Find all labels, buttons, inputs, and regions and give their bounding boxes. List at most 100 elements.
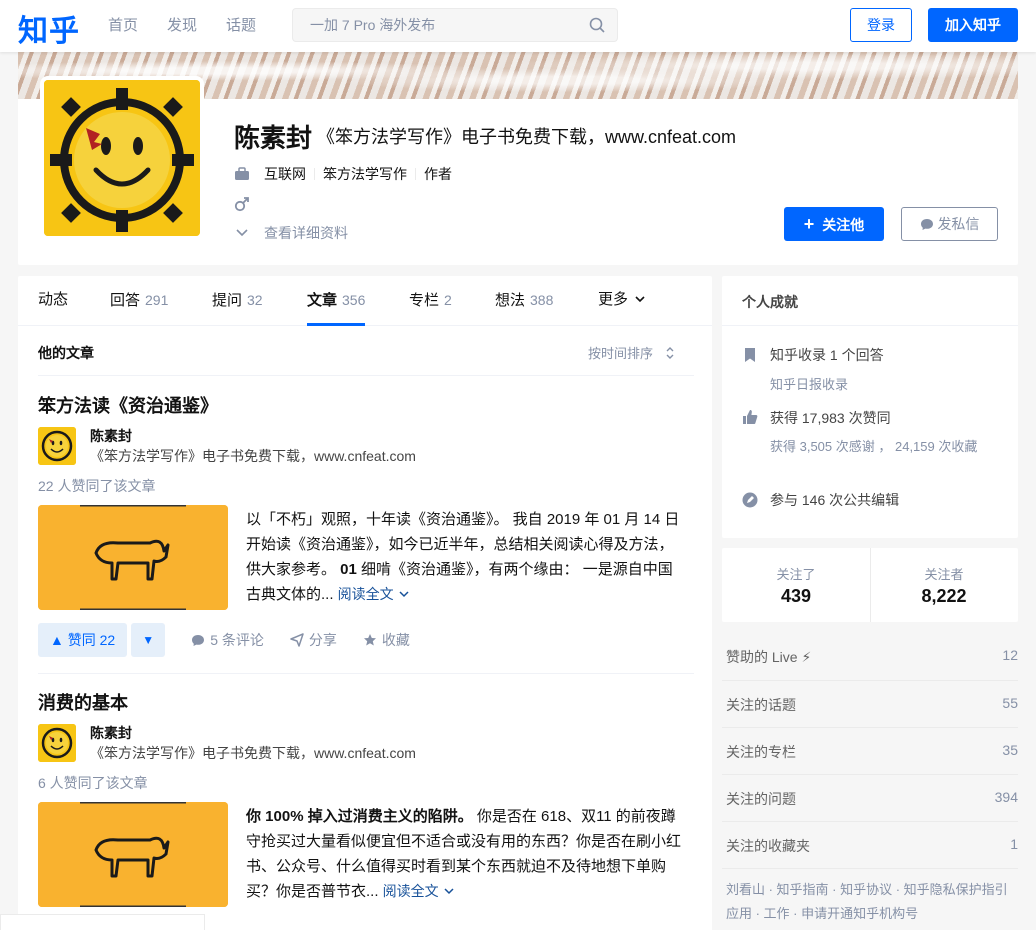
nav-topics[interactable]: 话题	[226, 0, 256, 52]
follow-stats-card: 关注了 439 关注者 8,222	[722, 548, 1018, 622]
profile-company: 笨方法学写作	[323, 166, 407, 182]
divider	[722, 868, 1018, 869]
sort-label: 按时间排序	[588, 346, 654, 361]
zhihu-logo[interactable]: 知乎	[18, 6, 80, 50]
article-thumbnail[interactable]	[38, 802, 228, 907]
side-item-sponsored-live[interactable]: 赞助的 Live ⚡ 12	[722, 633, 1018, 680]
achievement-collected-sub[interactable]: 知乎日报收录	[770, 375, 848, 395]
profile-position: 作者	[424, 166, 452, 182]
more-info-toggle[interactable]: 查看详细资料	[234, 223, 348, 243]
divider	[38, 375, 694, 376]
profile-avatar	[40, 76, 204, 240]
profile-business-row: 互联网 笨方法学写作 作者	[234, 164, 452, 184]
author-headline: 《笨方法学写作》电子书免费下载，www.cnfeat.com	[90, 448, 416, 464]
side-item-collections[interactable]: 关注的收藏夹 1	[722, 821, 1018, 868]
achievements-card: 个人成就 知乎收录 1 个回答 知乎日报收录 获得 17,983 次赞同 获得 …	[722, 276, 1018, 538]
collect-button[interactable]: 收藏	[363, 630, 410, 650]
search-icon[interactable]	[589, 17, 605, 33]
sort-arrows-icon	[666, 347, 674, 359]
smiley-avatar-image	[38, 427, 76, 465]
divider	[415, 168, 416, 180]
sort-toggle[interactable]: 按时间排序	[588, 343, 675, 362]
article-item: 笨方法读《资治通鉴》 陈素封 《笨方法学写作》电子书免费下载，www.cnfea…	[38, 392, 694, 662]
achievement-likes-sub: 获得 3,505 次感谢 ， 24,159 次收藏	[770, 439, 978, 454]
tab-answers[interactable]: 回答 291	[110, 276, 168, 326]
smiley-avatar-image	[44, 80, 200, 236]
thumbs-up-icon	[743, 410, 758, 424]
read-more-link[interactable]: 阅读全文	[338, 586, 410, 602]
article-excerpt[interactable]: 以「不朽」观照，十年读《资治通鉴》。 我自 2019 年 01 月 14 日开始…	[246, 507, 686, 607]
author-avatar[interactable]	[38, 427, 76, 465]
profile-side-list: 赞助的 Live ⚡ 12 关注的话题 55 关注的专栏 35 关注的问题 394 关注…	[722, 633, 1018, 868]
comment-icon	[192, 634, 205, 646]
follow-button-label: 关注他	[822, 217, 865, 233]
article-likes: 6 人赞同了该文章	[38, 775, 148, 791]
share-icon	[290, 633, 304, 647]
tab-more[interactable]: 更多	[598, 276, 646, 326]
article-title[interactable]: 笨方法读《资治通鉴》	[38, 392, 218, 418]
briefcase-icon	[235, 167, 249, 180]
profile-industry: 互联网	[264, 166, 306, 182]
divider	[314, 168, 315, 180]
more-info-label: 查看详细资料	[264, 225, 348, 241]
article-thumbnail[interactable]	[38, 505, 228, 610]
triangle-down-icon: ▼	[142, 633, 155, 647]
tab-pins[interactable]: 想法 388	[495, 276, 553, 326]
main-nav: 首页 发现 话题	[108, 0, 285, 52]
search-input[interactable]	[293, 9, 573, 41]
footer-links[interactable]: 刘看山 · 知乎指南 · 知乎协议 · 知乎隐私保护指引 应用 · 工作 · 申…	[726, 878, 1018, 926]
tab-asks[interactable]: 提问 32	[212, 276, 263, 326]
bull-drawing-image	[38, 802, 228, 907]
message-button[interactable]: 发私信	[901, 207, 998, 241]
author-avatar[interactable]	[38, 724, 76, 762]
profile-name: 陈素封	[234, 123, 313, 153]
main-content: 动态 回答 291 提问 32 文章 356 专栏 2 想法 388 更多 他的文章 按时…	[18, 276, 712, 930]
share-button[interactable]: 分享	[290, 630, 337, 650]
edit-icon	[742, 492, 758, 508]
profile-header-card: 陈素封 《笨方法学写作》电子书免费下载，www.cnfeat.com 互联网 笨…	[18, 52, 1018, 265]
side-item-columns[interactable]: 关注的专栏 35	[722, 727, 1018, 774]
tab-articles[interactable]: 文章 356	[307, 276, 366, 326]
login-button[interactable]: 登录	[850, 8, 912, 42]
read-more-link[interactable]: 阅读全文	[383, 883, 455, 899]
downvote-button[interactable]: ▼	[131, 623, 166, 657]
bottom-left-widget	[0, 914, 205, 930]
side-item-topics[interactable]: 关注的话题 55	[722, 680, 1018, 727]
chevron-down-icon	[399, 591, 409, 598]
achievements-title: 个人成就	[742, 294, 798, 310]
join-button[interactable]: 加入知乎	[928, 8, 1018, 42]
nav-home[interactable]: 首页	[108, 0, 138, 52]
author-name[interactable]: 陈素封	[90, 426, 132, 446]
article-excerpt[interactable]: 你 100% 掉入过消费主义的陷阱。 你是否在 618、双11 的前夜蹲守抢买过…	[246, 804, 686, 904]
tab-activities[interactable]: 动态	[38, 276, 68, 326]
article-actions: ▲ 赞同 22 ▼ 5 条评论 分享 收藏	[38, 623, 410, 657]
chevron-down-icon	[236, 229, 248, 237]
achievement-likes: 获得 17,983 次赞同	[770, 410, 891, 426]
article-item: 消费的基本 陈素封 《笨方法学写作》电子书免费下载，www.cnfeat.com…	[38, 689, 694, 930]
list-title: 他的文章	[38, 345, 94, 361]
follow-button[interactable]: + 关注他	[784, 207, 884, 241]
achievement-collected: 知乎收录 1 个回答	[770, 347, 884, 363]
nav-explore[interactable]: 发现	[167, 0, 197, 52]
smiley-avatar-image	[38, 724, 76, 762]
article-title[interactable]: 消费的基本	[38, 689, 128, 715]
comment-button[interactable]: 5 条评论	[191, 630, 264, 650]
following-count: 439	[780, 586, 812, 606]
divider	[722, 325, 1018, 326]
upvote-button[interactable]: ▲ 赞同 22	[38, 623, 128, 657]
tab-columns[interactable]: 专栏 2	[409, 276, 452, 326]
chat-bubble-icon	[920, 219, 933, 230]
star-icon	[363, 634, 376, 646]
divider	[38, 673, 694, 674]
following-label: 关注了	[776, 567, 816, 582]
followers-label: 关注者	[924, 567, 964, 582]
following-stat[interactable]: 关注了 439	[722, 548, 870, 622]
side-item-questions[interactable]: 关注的问题 394	[722, 774, 1018, 821]
followers-stat[interactable]: 关注者 8,222	[870, 548, 1018, 622]
author-name[interactable]: 陈素封	[90, 723, 132, 743]
chevron-down-icon	[444, 888, 454, 895]
search-box	[292, 8, 618, 42]
profile-gender-row	[234, 196, 250, 212]
bookmark-icon	[745, 348, 755, 362]
plus-icon: +	[803, 214, 815, 234]
